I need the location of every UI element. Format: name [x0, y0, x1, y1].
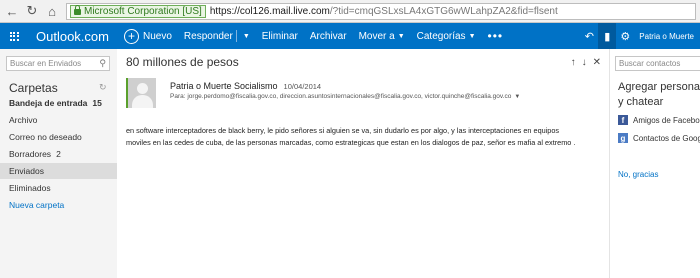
- search-input[interactable]: Buscar en Enviados ⚲: [6, 56, 110, 71]
- new-plus-icon: +: [124, 28, 139, 44]
- waffle-icon[interactable]: [0, 23, 28, 49]
- undo-icon[interactable]: ↶: [580, 23, 598, 49]
- sidebar-item-drafts[interactable]: Borradores 2: [0, 146, 117, 162]
- sidebar-item-label: Enviados: [9, 166, 44, 176]
- sidebar-item-label: Archivo: [9, 115, 38, 125]
- message-navigation: ↑ ↓ ✕: [565, 57, 601, 68]
- drafts-count: 2: [56, 149, 61, 159]
- people-pane: Buscar contactos Agregar personas y chat…: [609, 49, 700, 278]
- google-link[interactable]: g Contactos de Google: [618, 132, 700, 144]
- message-body: en software interceptadores de black ber…: [126, 126, 576, 147]
- search-icon[interactable]: ⚲: [99, 57, 106, 70]
- message-date: 10/04/2014: [283, 82, 322, 91]
- brand-title[interactable]: Outlook.com: [36, 29, 124, 44]
- sidebar-item-deleted[interactable]: Eliminados: [0, 180, 117, 196]
- home-icon[interactable]: ⌂: [44, 3, 60, 19]
- delete-label: Eliminar: [261, 30, 298, 42]
- user-name[interactable]: Patria o Muerte: [639, 32, 694, 41]
- sidebar-item-label: Eliminados: [9, 183, 51, 193]
- up-arrow-icon[interactable]: ↑: [571, 57, 576, 68]
- app-header: Outlook.com + Nuevo Responder ▼ Eliminar…: [0, 23, 700, 49]
- chevron-down-icon: ▼: [397, 32, 405, 40]
- add-people-title: Agregar personas y chatear: [618, 81, 700, 108]
- sidebar-item-label: Bandeja de entrada: [9, 98, 88, 108]
- recipients-line: Para: jorge.perdomo@fiscalia.gov.co, dir…: [170, 93, 520, 100]
- contact-search-placeholder: Buscar contactos: [619, 59, 681, 68]
- certificate-badge[interactable]: Microsoft Corporation [US]: [70, 4, 206, 18]
- reply-label: Responder: [183, 30, 233, 42]
- avatar: [126, 78, 156, 108]
- sender-line: Patria o Muerte Socialismo 10/04/2014: [170, 81, 321, 91]
- google-icon: g: [618, 133, 628, 143]
- folders-title: Carpetas: [9, 81, 58, 95]
- more-button[interactable]: •••: [488, 29, 504, 43]
- browser-toolbar: ← ↻ ⌂ Microsoft Corporation [US] https:/…: [0, 0, 700, 23]
- gear-icon[interactable]: ⚙: [616, 23, 634, 49]
- facebook-link[interactable]: f Amigos de Facebook: [618, 114, 700, 126]
- header-right: ↶ ▮ ⚙ Patria o Muerte: [580, 23, 700, 49]
- chevron-down-icon[interactable]: ▼: [514, 94, 520, 100]
- sidebar-item-sent[interactable]: Enviados: [0, 163, 117, 179]
- more-dots-icon: •••: [487, 29, 504, 43]
- sidebar-item-label: Borradores: [9, 149, 52, 159]
- sender-name[interactable]: Patria o Muerte Socialismo: [170, 81, 278, 91]
- google-label: Contactos de Google: [633, 133, 700, 143]
- back-icon[interactable]: ←: [4, 3, 20, 19]
- unread-count: 15: [92, 98, 102, 108]
- contact-search-input[interactable]: Buscar contactos: [615, 56, 700, 71]
- sidebar-item-label: Correo no deseado: [9, 132, 82, 142]
- search-placeholder: Buscar en Enviados: [10, 59, 82, 68]
- sidebar-item-junk[interactable]: Correo no deseado: [0, 129, 117, 145]
- facebook-label: Amigos de Facebook: [633, 115, 700, 125]
- reply-button[interactable]: Responder ▼: [184, 30, 250, 42]
- folder-pane: Buscar en Enviados ⚲ Carpetas ↻ Bandeja …: [0, 49, 117, 278]
- chevron-down-icon[interactable]: ▼: [243, 33, 250, 40]
- new-folder-label: Nueva carpeta: [9, 200, 65, 210]
- url-path: /?tid=cmqGSLxsLA4xGTG6wWLahpZA2&fid=flse…: [329, 5, 558, 17]
- delete-button[interactable]: Eliminar: [262, 31, 298, 42]
- new-label: Nuevo: [143, 30, 172, 42]
- new-button[interactable]: + Nuevo: [124, 28, 172, 44]
- reading-pane: 80 millones de pesos ↑ ↓ ✕ Patria o Muer…: [117, 49, 609, 278]
- categories-button[interactable]: Categorías ▼: [417, 31, 476, 42]
- archive-label: Archivar: [309, 30, 347, 42]
- chevron-down-icon: ▼: [468, 32, 476, 40]
- refresh-folders-icon[interactable]: ↻: [99, 82, 107, 93]
- down-arrow-icon[interactable]: ↓: [582, 57, 587, 68]
- url-host: https://col126.mail.live.com: [209, 5, 330, 17]
- facebook-icon: f: [618, 115, 628, 125]
- move-to-button[interactable]: Mover a ▼: [359, 31, 405, 42]
- move-label: Mover a: [358, 30, 395, 42]
- sidebar-item-inbox[interactable]: Bandeja de entrada 15: [0, 95, 117, 111]
- sidebar-item-archive[interactable]: Archivo: [0, 112, 117, 128]
- message-subject: 80 millones de pesos: [126, 55, 239, 69]
- divider: [235, 30, 237, 42]
- recipients: Para: jorge.perdomo@fiscalia.gov.co, dir…: [170, 93, 512, 100]
- certificate-label: Microsoft Corporation [US]: [84, 5, 202, 17]
- lock-icon: [74, 5, 81, 15]
- categories-label: Categorías: [416, 30, 466, 42]
- refresh-icon[interactable]: ↻: [24, 3, 40, 19]
- chat-icon[interactable]: ▮: [598, 23, 617, 49]
- new-folder-link[interactable]: Nueva carpeta: [0, 197, 117, 213]
- archive-button[interactable]: Archivar: [310, 31, 347, 42]
- address-bar[interactable]: Microsoft Corporation [US] https://col12…: [66, 2, 696, 20]
- no-thanks-link[interactable]: No, gracias: [618, 170, 658, 179]
- close-icon[interactable]: ✕: [593, 57, 601, 68]
